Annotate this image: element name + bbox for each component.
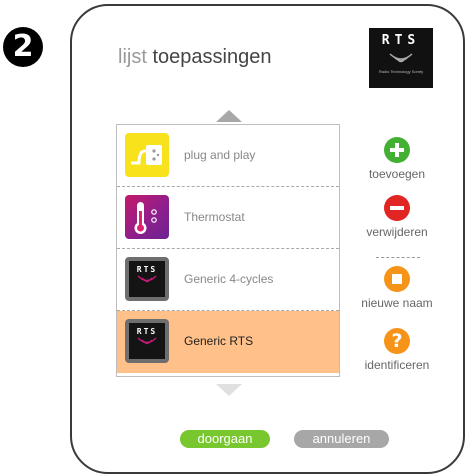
rename-icon (384, 266, 410, 292)
add-label: toevoegen (368, 167, 426, 181)
applications-list: plug and play Thermostat RTS Generic 4-c… (116, 124, 340, 377)
remove-button[interactable]: verwijderen (352, 195, 442, 239)
identify-button[interactable]: ? identificeren (352, 328, 442, 372)
step-number-badge: 2 (3, 27, 43, 67)
page-title: lijst toepassingen (118, 46, 271, 69)
list-item-plug-and-play[interactable]: plug and play (117, 125, 339, 187)
remove-label: verwijderen (366, 225, 428, 239)
radio-waves-icon (137, 337, 157, 345)
radio-waves-icon (389, 53, 413, 63)
rename-label: nieuwe naam (361, 296, 433, 310)
list-item-thermostat[interactable]: Thermostat (117, 187, 339, 249)
list-item-generic-rts[interactable]: RTS Generic RTS (117, 311, 339, 373)
list-item-label: Generic RTS (184, 334, 254, 348)
scroll-up-arrow[interactable] (216, 110, 242, 122)
identify-label: identificeren (364, 358, 430, 372)
list-item-label: Thermostat (184, 210, 245, 224)
scroll-down-arrow[interactable] (216, 384, 242, 396)
cancel-button[interactable]: annuleren (294, 430, 389, 448)
list-item-label: plug and play (184, 148, 256, 162)
add-button[interactable]: toevoegen (352, 137, 442, 181)
radio-waves-icon (137, 275, 157, 283)
remove-icon (384, 195, 410, 221)
question-mark-glyph: ? (391, 330, 403, 352)
plug-and-play-icon (125, 133, 169, 177)
title-strong-part: toepassingen (152, 46, 272, 68)
add-icon (384, 137, 410, 163)
rts-logo-text: RTS (381, 33, 421, 48)
actions-divider (376, 257, 420, 258)
identify-icon: ? (384, 328, 410, 354)
list-item-label: Generic 4-cycles (184, 272, 274, 286)
rts-icon: RTS (125, 319, 169, 363)
rts-logo-tagline: Radio Technology Somfy (378, 69, 424, 74)
rts-icon-text: RTS (136, 265, 158, 274)
thermostat-icon (125, 195, 169, 239)
list-item-generic-4-cycles[interactable]: RTS Generic 4-cycles (117, 249, 339, 311)
rts-icon: RTS (125, 257, 169, 301)
title-light-part: lijst (118, 46, 147, 68)
rts-icon-text: RTS (136, 327, 158, 336)
rename-button[interactable]: nieuwe naam (352, 266, 442, 310)
continue-button[interactable]: doorgaan (180, 430, 270, 448)
rts-logo: RTS Radio Technology Somfy (369, 28, 433, 88)
